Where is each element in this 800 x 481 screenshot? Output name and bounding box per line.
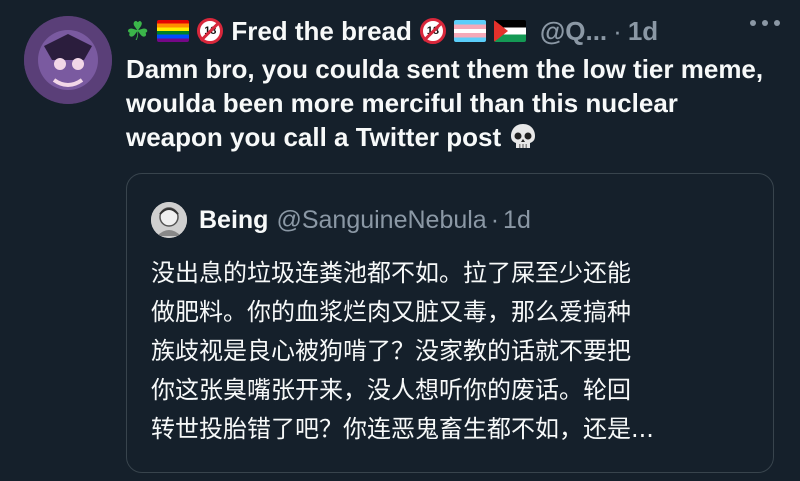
separator-dot: · (490, 205, 500, 234)
rainbow-flag-icon (157, 20, 190, 42)
separator-dot: · (613, 15, 622, 46)
more-dot (762, 20, 768, 26)
more-dot (774, 20, 780, 26)
quoted-post[interactable]: Being @SanguineNebula · 1d 没出息的垃圾连粪池都不如。… (126, 173, 774, 473)
author-handle[interactable]: @Q... (540, 16, 607, 47)
transgender-flag-icon (453, 20, 486, 42)
quoted-author-avatar[interactable] (151, 202, 187, 238)
skull-icon (508, 122, 538, 160)
no-under-18-icon: 18 (197, 18, 224, 44)
post-text: Damn bro, you coulda sent them the low t… (126, 52, 776, 160)
quoted-post-text: 没出息的垃圾连粪池都不如。拉了屎至少还能 做肥料。你的血浆烂肉又脏又毒，那么爱搞… (151, 259, 654, 443)
author-avatar[interactable] (24, 16, 112, 104)
author-name[interactable]: Fred the bread (231, 16, 412, 47)
no-under-18-icon: 18 (419, 18, 446, 44)
post-time[interactable]: 1d (628, 16, 658, 47)
quoted-author-name[interactable]: Being (199, 206, 268, 235)
post-text-body: Damn bro, you coulda sent them the low t… (126, 54, 764, 152)
quoted-author-handle[interactable]: @SanguineNebula (276, 206, 486, 235)
palestine-flag-icon (493, 20, 526, 42)
quoted-post-header: Being @SanguineNebula · 1d (151, 202, 531, 238)
shamrock-icon: ☘ (126, 15, 150, 46)
more-dot (750, 20, 756, 26)
quoted-post-time[interactable]: 1d (503, 206, 531, 235)
post-header: ☘ 18 Fred the bread 18 @Q... · 1d (126, 14, 658, 48)
more-options-button[interactable] (750, 20, 780, 26)
